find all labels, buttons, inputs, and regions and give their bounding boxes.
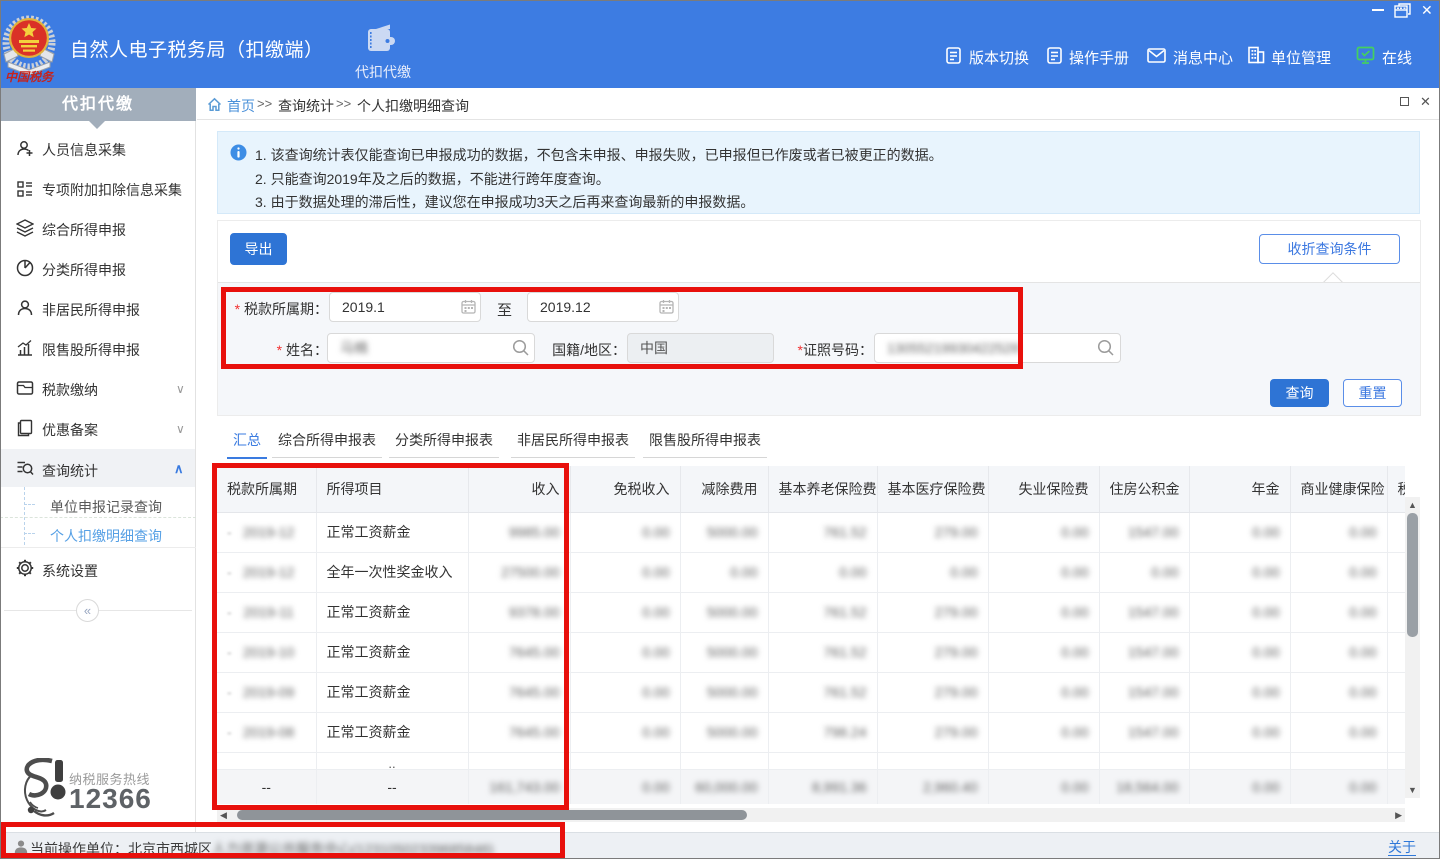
svg-text:中国税务: 中国税务 [5, 70, 55, 84]
